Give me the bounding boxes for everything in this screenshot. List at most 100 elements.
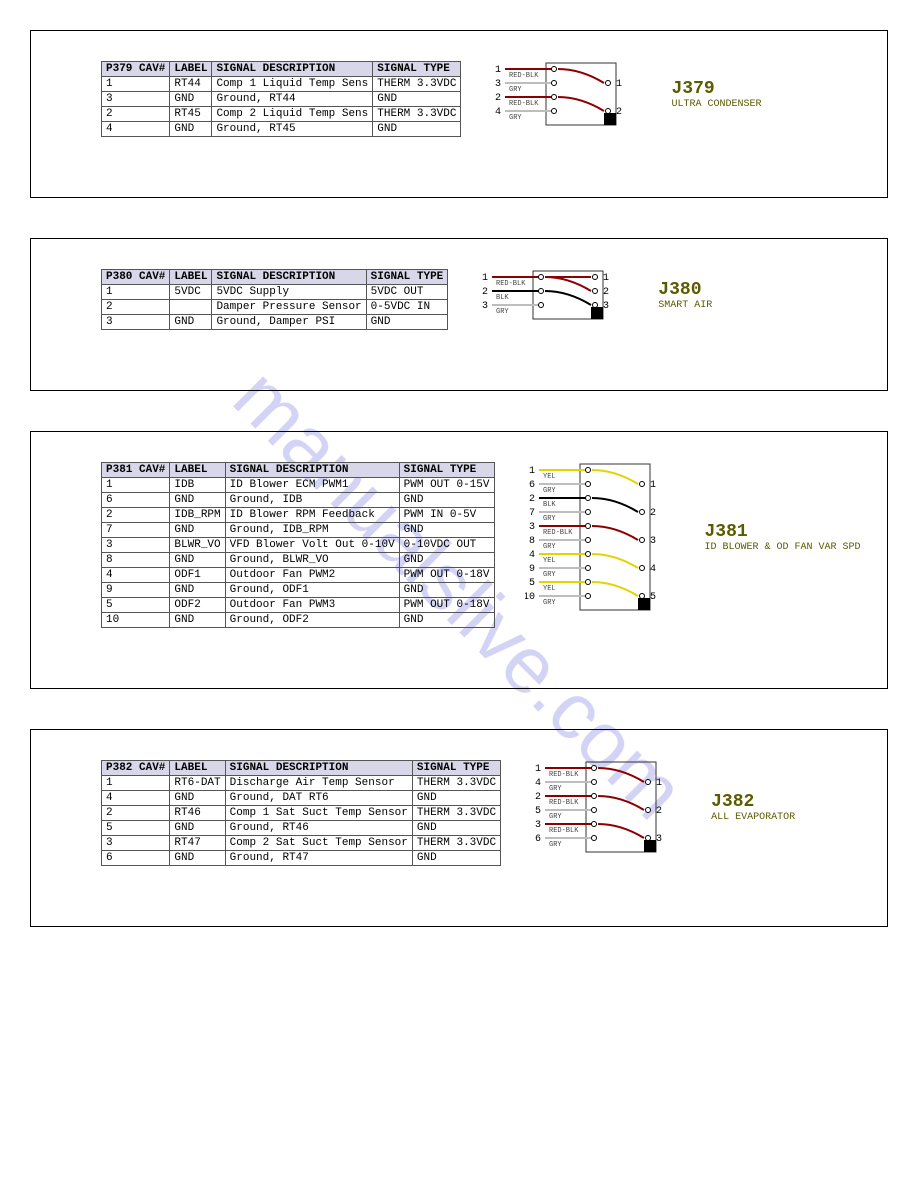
pin-number: 5 <box>535 806 541 817</box>
table-cell: VFD Blower Volt Out 0-10V <box>225 538 399 553</box>
pin-number: 2 <box>650 508 656 519</box>
table-cell: GND <box>170 583 225 598</box>
connector-id: J379 <box>671 79 761 99</box>
table-cell: THERM 3.3VDC <box>412 836 500 851</box>
col-cav: P379 CAV# <box>102 62 170 77</box>
table-cell: THERM 3.3VDC <box>412 806 500 821</box>
table-cell: GND <box>399 523 494 538</box>
table-cell: 1 <box>102 776 170 791</box>
table-cell: GND <box>373 92 461 107</box>
table-cell: Ground, RT46 <box>225 821 412 836</box>
col-header: LABEL <box>170 270 212 285</box>
table-cell: Comp 2 Liquid Temp Sens <box>212 107 373 122</box>
table-cell: GND <box>366 315 448 330</box>
table-cell: 3 <box>102 538 170 553</box>
wire-label: GRY <box>549 841 562 849</box>
connector-id: J381 <box>705 522 861 542</box>
connector-block: 1RED-BLK4GRY2RED-BLK5GRY3RED-BLK6GRY123J… <box>531 760 795 854</box>
table-row: 7GNDGround, IDB_RPMGND <box>102 523 495 538</box>
table-cell: GND <box>399 613 494 628</box>
wire-label: YEL <box>543 473 556 481</box>
connector-diagram: 1YEL6GRY2BLK7GRY3RED-BLK8GRY4YEL9GRY5YEL… <box>525 462 695 612</box>
table-row: 3RT47Comp 2 Sat Suct Temp SensorTHERM 3.… <box>102 836 501 851</box>
wire-label: GRY <box>549 785 562 793</box>
table-cell: RT47 <box>170 836 225 851</box>
table-cell: 5VDC Supply <box>212 285 366 300</box>
table-cell: RT44 <box>170 77 212 92</box>
col-header: LABEL <box>170 463 225 478</box>
table-cell: 6 <box>102 851 170 866</box>
table-cell: 3 <box>102 315 170 330</box>
table-cell: Outdoor Fan PWM3 <box>225 598 399 613</box>
wire-label: BLK <box>543 501 556 509</box>
wire-label: YEL <box>543 585 556 593</box>
table-cell: 10 <box>102 613 170 628</box>
table-row: 3GNDGround, Damper PSIGND <box>102 315 448 330</box>
table-cell: Comp 2 Sat Suct Temp Sensor <box>225 836 412 851</box>
table-cell: Ground, RT44 <box>212 92 373 107</box>
table-row: 3GNDGround, RT44GND <box>102 92 461 107</box>
col-header: SIGNAL TYPE <box>373 62 461 77</box>
wire-label: YEL <box>543 557 556 565</box>
table-cell: 1 <box>102 285 170 300</box>
table-cell: Ground, IDB_RPM <box>225 523 399 538</box>
col-header: SIGNAL TYPE <box>412 761 500 776</box>
table-cell: 0-5VDC IN <box>366 300 448 315</box>
table-cell: 5 <box>102 821 170 836</box>
table-cell: GND <box>412 821 500 836</box>
table-cell: GND <box>412 851 500 866</box>
table-cell: GND <box>170 821 225 836</box>
wire-label: GRY <box>509 114 522 122</box>
table-cell: Damper Pressure Sensor <box>212 300 366 315</box>
pin-number: 7 <box>528 508 534 519</box>
wire-label: RED-BLK <box>549 771 579 779</box>
table-cell: GND <box>373 122 461 137</box>
table-cell: 2 <box>102 806 170 821</box>
table-cell: THERM 3.3VDC <box>412 776 500 791</box>
pin-number: 1 <box>656 778 662 789</box>
table-cell: 5 <box>102 598 170 613</box>
pinout-table: P382 CAV#LABELSIGNAL DESCRIPTIONSIGNAL T… <box>101 760 501 866</box>
table-cell: 3 <box>102 92 170 107</box>
table-cell: GND <box>399 493 494 508</box>
wire-label: RED-BLK <box>509 72 539 80</box>
connector-block: 1RED-BLK3GRY2RED-BLK4GRY12J379ULTRA COND… <box>491 61 761 127</box>
table-row: 2Damper Pressure Sensor0-5VDC IN <box>102 300 448 315</box>
col-header: SIGNAL TYPE <box>399 463 494 478</box>
table-cell: Ground, IDB <box>225 493 399 508</box>
pin-number: 6 <box>528 480 534 491</box>
table-cell: PWM OUT 0-15V <box>399 478 494 493</box>
table-cell: 7 <box>102 523 170 538</box>
connector-desc: ALL EVAPORATOR <box>711 812 795 823</box>
pin-number: 5 <box>528 578 534 589</box>
pin-number: 9 <box>528 564 534 575</box>
table-row: 2RT45Comp 2 Liquid Temp SensTHERM 3.3VDC <box>102 107 461 122</box>
pin-number: 2 <box>656 806 662 817</box>
col-header: SIGNAL DESCRIPTION <box>225 761 412 776</box>
pin-number: 3 <box>482 301 488 312</box>
table-cell: PWM OUT 0-18V <box>399 598 494 613</box>
table-cell: Ground, ODF2 <box>225 613 399 628</box>
table-cell: THERM 3.3VDC <box>373 107 461 122</box>
table-cell: 1 <box>102 77 170 92</box>
table-cell: GND <box>170 122 212 137</box>
col-header: LABEL <box>170 62 212 77</box>
table-row: 9GNDGround, ODF1GND <box>102 583 495 598</box>
connector-id: J382 <box>711 792 795 812</box>
panel-j379: P379 CAV#LABELSIGNAL DESCRIPTIONSIGNAL T… <box>30 30 888 198</box>
table-row: 6GNDGround, IDBGND <box>102 493 495 508</box>
pin-number: 3 <box>535 820 541 831</box>
table-row: 4ODF1Outdoor Fan PWM2PWM OUT 0-18V <box>102 568 495 583</box>
wire-label: GRY <box>496 308 509 316</box>
pin-number: 1 <box>528 466 534 477</box>
table-cell: 0-10VDC OUT <box>399 538 494 553</box>
pin-number: 3 <box>495 79 501 90</box>
table-cell: PWM OUT 0-18V <box>399 568 494 583</box>
table-cell: Comp 1 Liquid Temp Sens <box>212 77 373 92</box>
table-cell: Ground, DAT RT6 <box>225 791 412 806</box>
pin-number: 2 <box>495 93 501 104</box>
table-cell: Ground, ODF1 <box>225 583 399 598</box>
pinout-table: P381 CAV#LABELSIGNAL DESCRIPTIONSIGNAL T… <box>101 462 495 628</box>
pin-number: 4 <box>528 550 534 561</box>
wire-label: GRY <box>549 813 562 821</box>
